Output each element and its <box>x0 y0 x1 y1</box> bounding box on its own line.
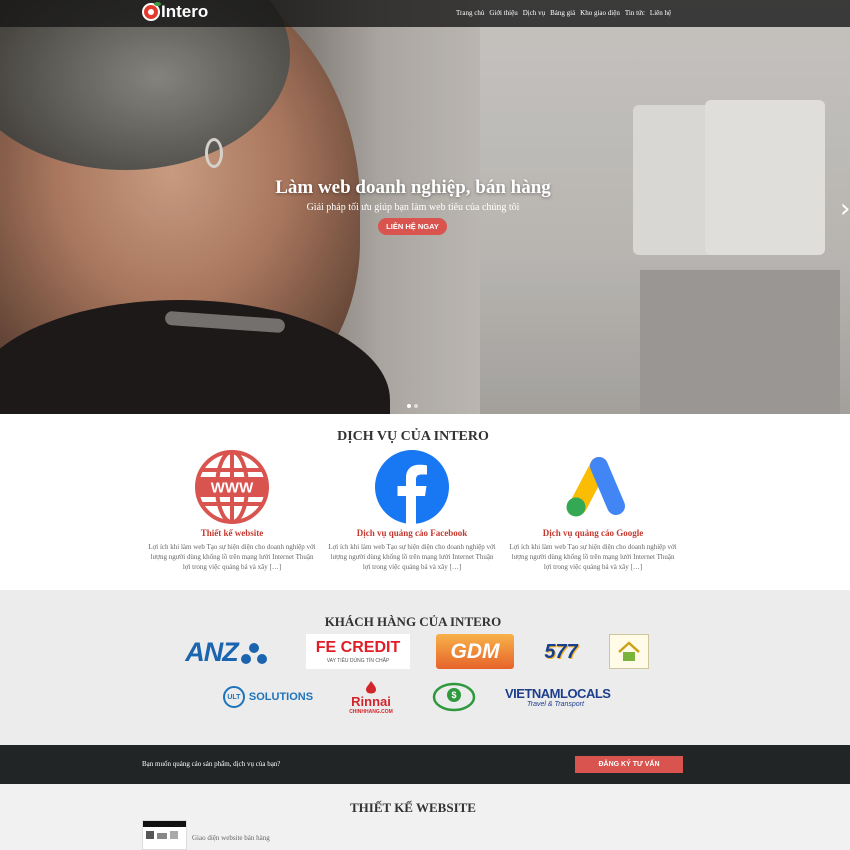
main-menu: Trang chủ Giới thiệu Dịch vụ Bảng giá Kh… <box>456 9 671 17</box>
house-icon <box>618 640 640 661</box>
client-logo-house[interactable] <box>609 634 649 669</box>
ult-icon: ULT <box>222 686 245 708</box>
menu-item-news[interactable]: Tin tức <box>625 9 645 17</box>
client-logo-577[interactable]: 577 <box>543 636 579 668</box>
menu-item-themes[interactable]: Kho giao diện <box>580 9 620 17</box>
service-title[interactable]: Thiết kế website <box>146 528 318 538</box>
service-card-facebook[interactable]: Dịch vụ quảng cáo Facebook Lợi ích khi l… <box>326 450 498 572</box>
clients-section: KHÁCH HÀNG CỦA INTERO ANZ FE CREDIT VAY … <box>0 590 850 745</box>
svg-text:WWW: WWW <box>211 480 254 497</box>
contact-now-button[interactable]: LIÊN HỆ NGAY <box>378 218 447 235</box>
www-globe-icon: WWW <box>195 450 269 524</box>
chevron-right-icon[interactable]: › <box>840 194 850 224</box>
service-desc: Lợi ích khi làm web Tạo sự hiện diện cho… <box>328 543 496 571</box>
website-template-link[interactable]: Giao diện website bán hàng <box>192 834 270 842</box>
cta-bar: Bạn muốn quảng cáo sản phẩm, dịch vụ của… <box>0 745 850 784</box>
service-desc: Lợi ích khi làm web Tạo sự hiện diện cho… <box>509 543 677 571</box>
service-card-google[interactable]: Dịch vụ quảng cáo Google Lợi ích khi làm… <box>507 450 679 572</box>
hero-subtitle: Giải pháp tối ưu giúp bạn làm web tiêu c… <box>306 202 520 213</box>
clients-title: KHÁCH HÀNG CỦA INTERO <box>324 614 502 629</box>
target-logo-icon <box>142 2 161 21</box>
slider-dot[interactable] <box>414 404 418 408</box>
web-design-title: THIẾT KẾ WEBSITE <box>350 800 476 815</box>
client-logo-anz[interactable]: ANZ <box>176 634 278 670</box>
cta-text: Bạn muốn quảng cáo sản phẩm, dịch vụ của… <box>142 760 281 768</box>
client-logo-gdm[interactable]: GDM <box>436 634 514 669</box>
client-logo-ult-solutions[interactable]: ULT SOLUTIONS <box>216 684 320 710</box>
green-circle-logo: $ <box>432 682 476 712</box>
menu-item-about[interactable]: Giới thiệu <box>489 9 517 17</box>
web-design-section: THIẾT KẾ WEBSITE Giao diện website bán h… <box>0 784 850 850</box>
service-card-website[interactable]: WWW Thiết kế website Lợi ích khi làm web… <box>146 450 318 572</box>
top-navbar: Intero Trang chủ Giới thiệu Dịch vụ Bảng… <box>0 0 850 27</box>
brand-logo[interactable]: Intero <box>142 2 208 22</box>
facebook-icon <box>375 450 449 524</box>
flame-icon <box>366 680 376 693</box>
client-logo-green[interactable]: $ <box>431 681 477 713</box>
slider-dot[interactable] <box>407 404 411 408</box>
menu-item-home[interactable]: Trang chủ <box>456 9 484 17</box>
svg-text:$: $ <box>451 690 456 700</box>
hero-title: Làm web doanh nghiệp, bán hàng <box>275 177 551 198</box>
menu-item-contact[interactable]: Liên hệ <box>650 9 671 17</box>
hero-slider: Làm web doanh nghiệp, bán hàng Giải pháp… <box>0 0 850 414</box>
service-title[interactable]: Dịch vụ quảng cáo Facebook <box>326 528 498 538</box>
client-logo-fecredit[interactable]: FE CREDIT VAY TIÊU DÙNG TÍN CHẤP <box>306 634 410 669</box>
menu-item-services[interactable]: Dịch vụ <box>523 9 545 17</box>
client-logo-rinnai[interactable]: Rinnai CHINHHANG.COM <box>343 678 399 716</box>
service-title[interactable]: Dịch vụ quảng cáo Google <box>507 528 679 538</box>
google-ads-icon <box>556 450 630 524</box>
website-thumbnail[interactable] <box>142 820 187 850</box>
service-desc: Lợi ích khi làm web Tạo sự hiện diện cho… <box>148 543 316 571</box>
services-title: DỊCH VỤ CỦA INTERO <box>337 429 489 444</box>
menu-item-pricing[interactable]: Bảng giá <box>550 9 575 17</box>
slider-dots <box>407 404 418 408</box>
register-consult-button[interactable]: ĐĂNG KÝ TƯ VẤN <box>575 756 683 773</box>
brand-name: Intero <box>161 2 209 21</box>
client-logo-vietnamlocals[interactable]: VIETNAMLOCALS Travel & Transport <box>505 682 611 712</box>
